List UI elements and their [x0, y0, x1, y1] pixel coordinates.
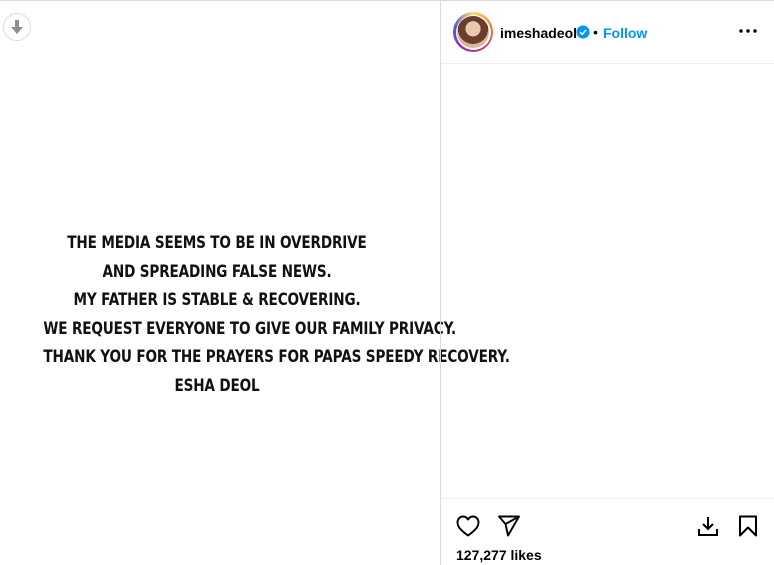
avatar-story-ring[interactable]: [453, 12, 493, 52]
post-actions: 127,277 likes: [441, 498, 774, 565]
post-sidebar: imeshadeol • Follow 127,277 likes: [441, 1, 774, 565]
more-options-icon: [739, 29, 757, 33]
bookmark-icon: [739, 515, 757, 537]
post-text-line: MY FATHER IS STABLE & RECOVERING.: [73, 290, 361, 311]
like-button[interactable]: [455, 513, 481, 539]
heart-icon: [456, 515, 480, 537]
media-download-button[interactable]: [3, 13, 31, 41]
likes-count[interactable]: 127,277 likes: [456, 547, 542, 563]
post-text-line: WE REQUEST EVERYONE TO GIVE OUR FAMILY P…: [43, 318, 457, 339]
download-icon: [698, 517, 718, 536]
save-button[interactable]: [735, 513, 761, 539]
share-button[interactable]: [496, 513, 522, 539]
post-text-line: THE MEDIA SEEMS TO BE IN OVERDRIVE: [67, 233, 367, 253]
send-icon: [498, 515, 520, 537]
download-button[interactable]: [695, 513, 721, 539]
username-link[interactable]: imeshadeol: [500, 25, 577, 41]
post-header: imeshadeol • Follow: [441, 1, 774, 64]
post-caption-image-text: THE MEDIA SEEMS TO BE IN OVERDRIVE AND S…: [43, 229, 510, 401]
separator-dot: •: [593, 24, 598, 40]
avatar: [457, 16, 489, 48]
arrow-down-icon: [11, 20, 23, 34]
more-options-button[interactable]: [736, 19, 760, 43]
post-media: THE MEDIA SEEMS TO BE IN OVERDRIVE AND S…: [0, 1, 510, 565]
post-text-line: THANK YOU FOR THE PRAYERS FOR PAPAS SPEE…: [43, 347, 510, 368]
post-text-line: AND SPREADING FALSE NEWS.: [102, 261, 332, 282]
verified-badge-icon: [576, 25, 590, 39]
follow-button[interactable]: Follow: [603, 25, 647, 41]
post-text-line: ESHA DEOL: [174, 375, 260, 396]
post-viewer: THE MEDIA SEEMS TO BE IN OVERDRIVE AND S…: [0, 0, 774, 565]
